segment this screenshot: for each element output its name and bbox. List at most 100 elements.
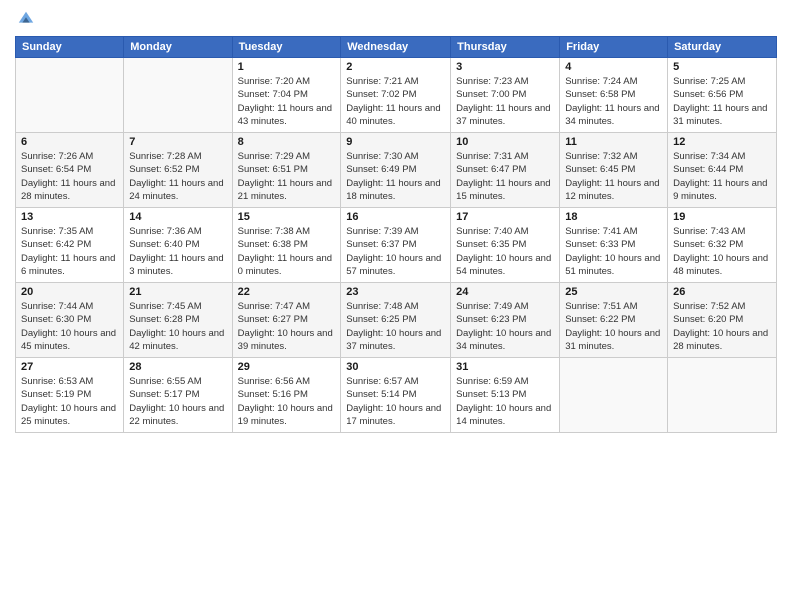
calendar-cell: 29 Sunrise: 6:56 AM Sunset: 5:16 PM Dayli…: [232, 358, 341, 433]
day-number: 30: [346, 361, 445, 373]
day-number: 5: [673, 61, 771, 73]
day-number: 9: [346, 136, 445, 148]
weekday-header-tuesday: Tuesday: [232, 37, 341, 58]
calendar-cell: 15 Sunrise: 7:38 AM Sunset: 6:38 PM Dayli…: [232, 208, 341, 283]
day-info: Sunrise: 7:49 AM Sunset: 6:23 PM Dayligh…: [456, 300, 554, 353]
day-info: Sunrise: 7:45 AM Sunset: 6:28 PM Dayligh…: [129, 300, 226, 353]
page: SundayMondayTuesdayWednesdayThursdayFrid…: [0, 0, 792, 612]
week-row-5: 27 Sunrise: 6:53 AM Sunset: 5:19 PM Dayli…: [16, 358, 777, 433]
day-info: Sunrise: 7:43 AM Sunset: 6:32 PM Dayligh…: [673, 225, 771, 278]
day-number: 7: [129, 136, 226, 148]
day-info: Sunrise: 7:52 AM Sunset: 6:20 PM Dayligh…: [673, 300, 771, 353]
calendar-cell: 19 Sunrise: 7:43 AM Sunset: 6:32 PM Dayli…: [668, 208, 777, 283]
day-number: 1: [238, 61, 336, 73]
calendar-cell: 24 Sunrise: 7:49 AM Sunset: 6:23 PM Dayli…: [451, 283, 560, 358]
week-row-1: 1 Sunrise: 7:20 AM Sunset: 7:04 PM Daylig…: [16, 58, 777, 133]
day-number: 16: [346, 211, 445, 223]
calendar-cell: 26Sunrise: 7:52 AM Sunset: 6:20 PM Dayli…: [668, 283, 777, 358]
day-info: Sunrise: 7:38 AM Sunset: 6:38 PM Dayligh…: [238, 225, 336, 278]
day-number: 13: [21, 211, 118, 223]
calendar-cell: [560, 358, 668, 433]
week-row-4: 20Sunrise: 7:44 AM Sunset: 6:30 PM Dayli…: [16, 283, 777, 358]
weekday-header-sunday: Sunday: [16, 37, 124, 58]
calendar-cell: 30 Sunrise: 6:57 AM Sunset: 5:14 PM Dayli…: [341, 358, 451, 433]
calendar-cell: 9Sunrise: 7:30 AM Sunset: 6:49 PM Daylig…: [341, 133, 451, 208]
day-info: Sunrise: 7:41 AM Sunset: 6:33 PM Dayligh…: [565, 225, 662, 278]
day-info: Sunrise: 7:24 AM Sunset: 6:58 PM Dayligh…: [565, 75, 662, 128]
day-number: 3: [456, 61, 554, 73]
calendar-cell: 27 Sunrise: 6:53 AM Sunset: 5:19 PM Dayli…: [16, 358, 124, 433]
day-info: Sunrise: 7:35 AM Sunset: 6:42 PM Dayligh…: [21, 225, 118, 278]
header: [15, 10, 777, 28]
calendar-cell: 10 Sunrise: 7:31 AM Sunset: 6:47 PM Dayli…: [451, 133, 560, 208]
weekday-header-saturday: Saturday: [668, 37, 777, 58]
day-info: Sunrise: 6:57 AM Sunset: 5:14 PM Dayligh…: [346, 375, 445, 428]
day-number: 8: [238, 136, 336, 148]
day-number: 31: [456, 361, 554, 373]
day-number: 21: [129, 286, 226, 298]
day-info: Sunrise: 6:53 AM Sunset: 5:19 PM Dayligh…: [21, 375, 118, 428]
day-info: Sunrise: 7:28 AM Sunset: 6:52 PM Dayligh…: [129, 150, 226, 203]
calendar-cell: 5 Sunrise: 7:25 AM Sunset: 6:56 PM Daylig…: [668, 58, 777, 133]
day-info: Sunrise: 7:20 AM Sunset: 7:04 PM Dayligh…: [238, 75, 336, 128]
calendar-header-row: SundayMondayTuesdayWednesdayThursdayFrid…: [16, 37, 777, 58]
calendar-cell: 20Sunrise: 7:44 AM Sunset: 6:30 PM Dayli…: [16, 283, 124, 358]
weekday-header-friday: Friday: [560, 37, 668, 58]
day-number: 6: [21, 136, 118, 148]
calendar-cell: 22 Sunrise: 7:47 AM Sunset: 6:27 PM Dayli…: [232, 283, 341, 358]
week-row-2: 6 Sunrise: 7:26 AM Sunset: 6:54 PM Daylig…: [16, 133, 777, 208]
day-number: 29: [238, 361, 336, 373]
weekday-header-wednesday: Wednesday: [341, 37, 451, 58]
day-info: Sunrise: 7:31 AM Sunset: 6:47 PM Dayligh…: [456, 150, 554, 203]
calendar-cell: [16, 58, 124, 133]
logo: [15, 10, 35, 28]
day-info: Sunrise: 7:40 AM Sunset: 6:35 PM Dayligh…: [456, 225, 554, 278]
day-info: Sunrise: 7:25 AM Sunset: 6:56 PM Dayligh…: [673, 75, 771, 128]
day-info: Sunrise: 6:59 AM Sunset: 5:13 PM Dayligh…: [456, 375, 554, 428]
day-number: 19: [673, 211, 771, 223]
calendar-cell: 7 Sunrise: 7:28 AM Sunset: 6:52 PM Daylig…: [124, 133, 232, 208]
day-info: Sunrise: 7:34 AM Sunset: 6:44 PM Dayligh…: [673, 150, 771, 203]
calendar-cell: 3 Sunrise: 7:23 AM Sunset: 7:00 PM Daylig…: [451, 58, 560, 133]
day-info: Sunrise: 7:21 AM Sunset: 7:02 PM Dayligh…: [346, 75, 445, 128]
day-info: Sunrise: 7:26 AM Sunset: 6:54 PM Dayligh…: [21, 150, 118, 203]
day-info: Sunrise: 7:32 AM Sunset: 6:45 PM Dayligh…: [565, 150, 662, 203]
day-info: Sunrise: 7:29 AM Sunset: 6:51 PM Dayligh…: [238, 150, 336, 203]
day-number: 27: [21, 361, 118, 373]
day-number: 24: [456, 286, 554, 298]
day-info: Sunrise: 7:36 AM Sunset: 6:40 PM Dayligh…: [129, 225, 226, 278]
day-info: Sunrise: 7:48 AM Sunset: 6:25 PM Dayligh…: [346, 300, 445, 353]
calendar-cell: 23 Sunrise: 7:48 AM Sunset: 6:25 PM Dayli…: [341, 283, 451, 358]
day-number: 28: [129, 361, 226, 373]
logo-icon: [17, 10, 35, 28]
calendar-cell: 11 Sunrise: 7:32 AM Sunset: 6:45 PM Dayli…: [560, 133, 668, 208]
calendar-cell: 31 Sunrise: 6:59 AM Sunset: 5:13 PM Dayli…: [451, 358, 560, 433]
day-number: 10: [456, 136, 554, 148]
day-info: Sunrise: 7:47 AM Sunset: 6:27 PM Dayligh…: [238, 300, 336, 353]
day-number: 14: [129, 211, 226, 223]
day-info: Sunrise: 7:51 AM Sunset: 6:22 PM Dayligh…: [565, 300, 662, 353]
day-info: Sunrise: 7:23 AM Sunset: 7:00 PM Dayligh…: [456, 75, 554, 128]
day-info: Sunrise: 6:56 AM Sunset: 5:16 PM Dayligh…: [238, 375, 336, 428]
day-info: Sunrise: 6:55 AM Sunset: 5:17 PM Dayligh…: [129, 375, 226, 428]
day-number: 22: [238, 286, 336, 298]
calendar-cell: 4Sunrise: 7:24 AM Sunset: 6:58 PM Daylig…: [560, 58, 668, 133]
calendar-cell: 17Sunrise: 7:40 AM Sunset: 6:35 PM Dayli…: [451, 208, 560, 283]
day-number: 23: [346, 286, 445, 298]
day-number: 15: [238, 211, 336, 223]
weekday-header-monday: Monday: [124, 37, 232, 58]
calendar-table: SundayMondayTuesdayWednesdayThursdayFrid…: [15, 36, 777, 433]
calendar-cell: 1 Sunrise: 7:20 AM Sunset: 7:04 PM Daylig…: [232, 58, 341, 133]
calendar-cell: 8 Sunrise: 7:29 AM Sunset: 6:51 PM Daylig…: [232, 133, 341, 208]
calendar-cell: 2Sunrise: 7:21 AM Sunset: 7:02 PM Daylig…: [341, 58, 451, 133]
calendar-cell: 13 Sunrise: 7:35 AM Sunset: 6:42 PM Dayli…: [16, 208, 124, 283]
calendar-cell: 16Sunrise: 7:39 AM Sunset: 6:37 PM Dayli…: [341, 208, 451, 283]
day-number: 18: [565, 211, 662, 223]
calendar-cell: [668, 358, 777, 433]
calendar-cell: 18 Sunrise: 7:41 AM Sunset: 6:33 PM Dayli…: [560, 208, 668, 283]
calendar-cell: 6 Sunrise: 7:26 AM Sunset: 6:54 PM Daylig…: [16, 133, 124, 208]
weekday-header-thursday: Thursday: [451, 37, 560, 58]
day-number: 11: [565, 136, 662, 148]
day-number: 25: [565, 286, 662, 298]
day-info: Sunrise: 7:44 AM Sunset: 6:30 PM Dayligh…: [21, 300, 118, 353]
